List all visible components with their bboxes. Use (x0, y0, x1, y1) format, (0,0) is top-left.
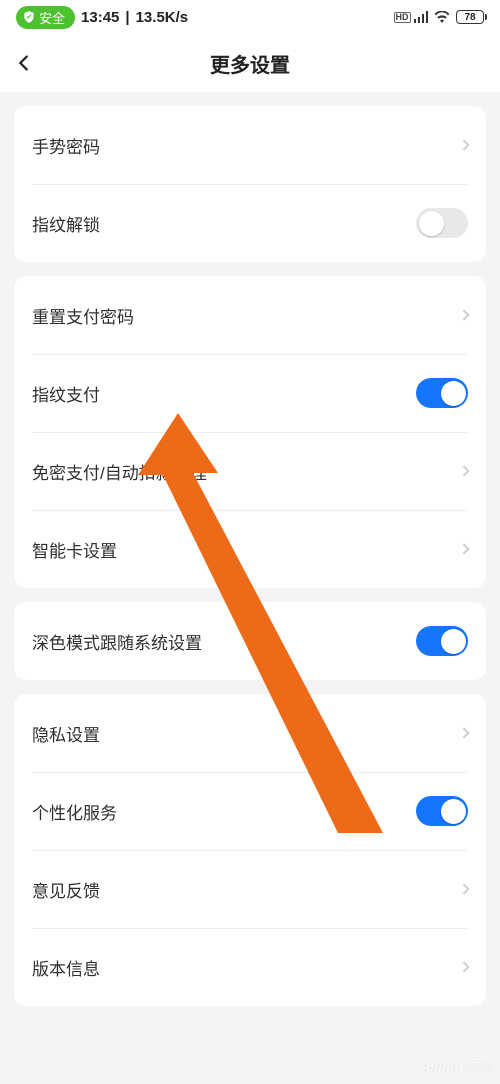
row-version[interactable]: 版本信息 (14, 928, 486, 1006)
personalized-toggle[interactable] (416, 796, 468, 826)
row-privacy[interactable]: 隐私设置 (14, 694, 486, 772)
status-netspeed: 13.5K/s (136, 9, 189, 26)
row-autopay-mgmt[interactable]: 免密支付/自动扣款管理 (14, 432, 486, 510)
page-title: 更多设置 (0, 49, 500, 78)
group-general: 隐私设置 个性化服务 意见反馈 版本信息 (14, 694, 486, 1006)
fingerprint-unlock-toggle[interactable] (416, 208, 468, 238)
battery-level: 78 (464, 12, 475, 23)
watermark: Baidu 经验 (420, 1058, 492, 1078)
row-fingerprint-pay[interactable]: 指纹支付 (14, 354, 486, 432)
row-label: 手势密码 (32, 133, 100, 158)
chevron-right-icon (458, 883, 469, 894)
group-appearance: 深色模式跟随系统设置 (14, 602, 486, 680)
row-label: 智能卡设置 (32, 537, 117, 562)
chevron-left-icon (13, 52, 35, 74)
wifi-icon (434, 11, 450, 23)
chevron-right-icon (458, 309, 469, 320)
safety-label: 安全 (39, 8, 65, 27)
status-time: 13:45 (81, 9, 119, 26)
signal-icon (414, 11, 429, 23)
chevron-right-icon (458, 727, 469, 738)
group-payment: 重置支付密码 指纹支付 免密支付/自动扣款管理 智能卡设置 (14, 276, 486, 588)
row-label: 意见反馈 (32, 877, 100, 902)
hd-indicator: HD (394, 12, 411, 23)
row-label: 个性化服务 (32, 799, 117, 824)
row-dark-follow-system[interactable]: 深色模式跟随系统设置 (14, 602, 486, 680)
fingerprint-pay-toggle[interactable] (416, 378, 468, 408)
safety-pill: 安全 (16, 6, 75, 29)
chevron-right-icon (458, 465, 469, 476)
row-label: 重置支付密码 (32, 303, 134, 328)
chevron-right-icon (458, 961, 469, 972)
nav-header: 更多设置 (0, 34, 500, 92)
row-fingerprint-unlock[interactable]: 指纹解锁 (14, 184, 486, 262)
dark-mode-toggle[interactable] (416, 626, 468, 656)
row-label: 深色模式跟随系统设置 (32, 629, 202, 654)
row-smartcard[interactable]: 智能卡设置 (14, 510, 486, 588)
row-gesture-password[interactable]: 手势密码 (14, 106, 486, 184)
row-label: 指纹支付 (32, 381, 100, 406)
battery-indicator: 78 (456, 10, 484, 24)
status-left: 安全 13:45 | 13.5K/s (16, 6, 188, 29)
group-security: 手势密码 指纹解锁 (14, 106, 486, 262)
chevron-right-icon (458, 543, 469, 554)
back-button[interactable] (0, 39, 48, 87)
row-label: 版本信息 (32, 955, 100, 980)
chevron-right-icon (458, 139, 469, 150)
row-label: 指纹解锁 (32, 211, 100, 236)
row-feedback[interactable]: 意见反馈 (14, 850, 486, 928)
row-reset-pay-pwd[interactable]: 重置支付密码 (14, 276, 486, 354)
status-bar: 安全 13:45 | 13.5K/s HD 78 (0, 0, 500, 34)
row-label: 免密支付/自动扣款管理 (32, 459, 207, 484)
settings-content: 手势密码 指纹解锁 重置支付密码 指纹支付 免密支付/自动扣款管理 智能卡设置 (0, 92, 500, 1006)
status-sep: | (125, 9, 129, 26)
shield-icon (22, 10, 36, 24)
row-personalized[interactable]: 个性化服务 (14, 772, 486, 850)
status-right: HD 78 (394, 10, 485, 24)
row-label: 隐私设置 (32, 721, 100, 746)
